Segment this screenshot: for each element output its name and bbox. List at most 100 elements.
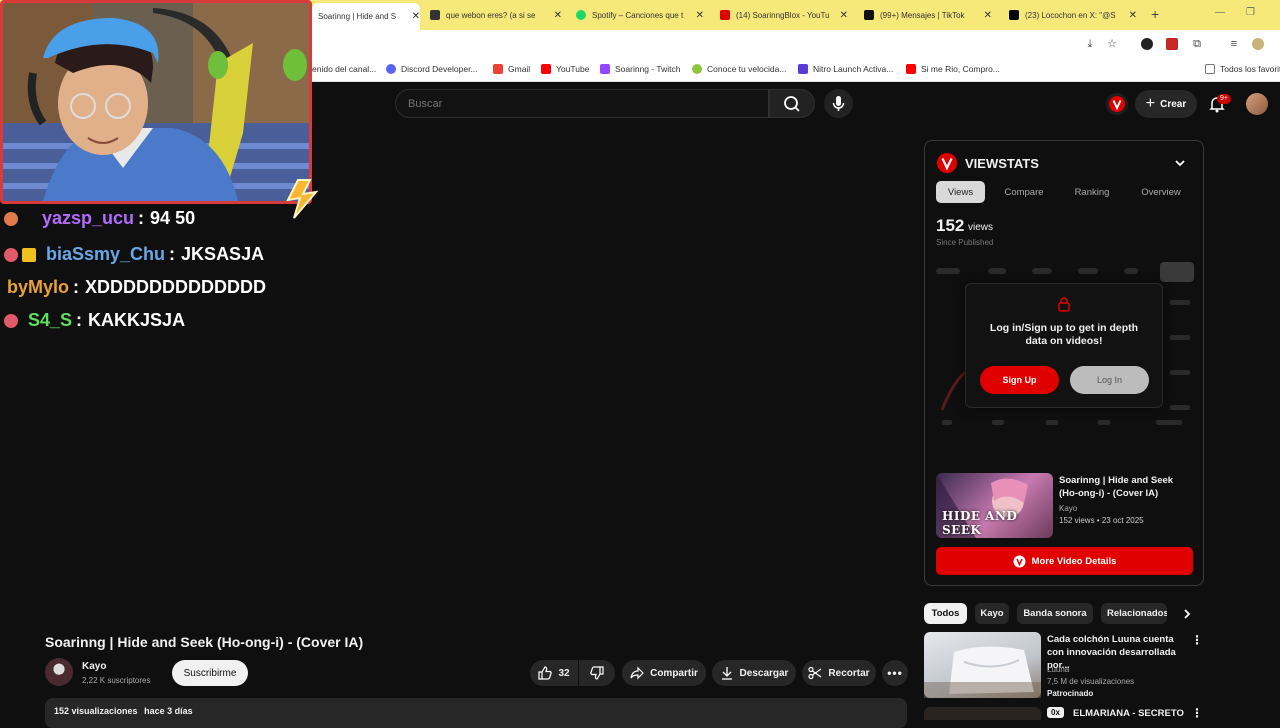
- close-tab-icon[interactable]: ✕: [984, 10, 992, 21]
- share-button[interactable]: Compartir: [622, 660, 706, 686]
- viewstats-logo-icon: [1013, 555, 1026, 567]
- viewstats-tab-views[interactable]: Views: [936, 181, 985, 203]
- next-thumbnail[interactable]: [924, 707, 1041, 720]
- recommendation-views: 7,5 M de visualizaciones: [1047, 677, 1135, 686]
- viewstats-video-title[interactable]: Soarinng | Hide and Seek (Ho-ong-i) - (C…: [1059, 474, 1194, 500]
- close-tab-icon[interactable]: ✕: [554, 10, 562, 21]
- microphone-icon: [832, 96, 845, 111]
- video-thumbnail[interactable]: HIDE AND SEEK: [936, 473, 1053, 538]
- chip-kayo[interactable]: Kayo: [975, 603, 1009, 624]
- viewstats-tab-compare[interactable]: Compare: [994, 181, 1054, 203]
- bookmark-label: Todos los favorit: [1220, 64, 1280, 74]
- viewstats-tab-overview[interactable]: Overview: [1130, 181, 1192, 203]
- bookmark-label: Si me Rio, Compro...: [921, 64, 1000, 74]
- scissors-icon: [808, 666, 822, 680]
- profile-avatar-icon[interactable]: [1252, 38, 1264, 50]
- viewstats-logo-icon: [937, 153, 957, 173]
- subscribe-button[interactable]: Suscribirme: [172, 660, 248, 686]
- bookmark-item[interactable]: Soarinng - Twitch: [600, 64, 681, 74]
- chat-message: byMylo : XDDDDDDDDDDDDD: [7, 277, 266, 298]
- tab-title: (23) Locochon en X: "@S: [1025, 10, 1116, 20]
- close-tab-icon[interactable]: ✕: [1129, 10, 1137, 21]
- dislike-button[interactable]: [579, 660, 615, 686]
- like-button[interactable]: 32: [530, 660, 578, 686]
- minimize-icon[interactable]: —: [1215, 7, 1225, 18]
- bookmark-item[interactable]: Conoce tu velocida...: [692, 64, 786, 74]
- upload-age: hace 3 días: [144, 706, 193, 716]
- search-button[interactable]: [769, 89, 815, 118]
- chip-related[interactable]: Relacionados: [1101, 603, 1167, 624]
- next-title[interactable]: ELMARIANA - SECRETO: [1073, 708, 1184, 719]
- bookmark-item[interactable]: Discord Developer...: [386, 64, 478, 74]
- more-vertical-icon[interactable]: ⋮: [1191, 706, 1203, 720]
- tab-title: que webon eres? (a si se: [446, 10, 536, 20]
- tab-soarinng[interactable]: Soarinng | Hide and S ✕: [312, 3, 420, 30]
- log-in-button[interactable]: Log In: [1070, 366, 1149, 394]
- tab-tiktok[interactable]: (99+) Mensajes | TikTok ✕: [864, 4, 992, 26]
- chat-separator: :: [73, 277, 80, 297]
- tab-webon[interactable]: que webon eres? (a si se ✕: [430, 4, 562, 26]
- folder-icon: [1205, 64, 1215, 74]
- speedtest-icon: [692, 64, 702, 74]
- chat-text: KAKKJSJA: [88, 310, 186, 330]
- tab-spotify[interactable]: Spotify – Canciones que t ✕: [576, 4, 704, 26]
- sign-up-button[interactable]: Sign Up: [980, 366, 1059, 394]
- bookmark-item[interactable]: Gmail: [493, 64, 530, 74]
- bookmark-item[interactable]: YouTube: [541, 64, 589, 74]
- tiktok-icon: [864, 10, 874, 20]
- bookmark-label: enido del canal...: [312, 64, 377, 74]
- bookmark-item[interactable]: enido del canal...: [312, 64, 376, 74]
- more-video-details-button[interactable]: More Video Details: [936, 547, 1193, 575]
- viewstats-extension-button[interactable]: [1106, 93, 1128, 115]
- bookmark-item[interactable]: Si me Rio, Compro...: [906, 64, 1000, 74]
- chat-text: JKSASJA: [181, 244, 265, 264]
- extension-red-icon[interactable]: [1166, 38, 1178, 50]
- account-avatar[interactable]: [1246, 93, 1268, 115]
- new-tab-button[interactable]: +: [1151, 6, 1159, 22]
- tab-youtube-channel[interactable]: (14) SoarinngBlox - YouTu ✕: [720, 4, 848, 26]
- tab-x[interactable]: (23) Locochon en X: "@S ✕: [1009, 4, 1137, 26]
- close-tab-icon[interactable]: ✕: [696, 10, 704, 21]
- thumbs-down-icon: [590, 666, 604, 680]
- video-title: Soarinng | Hide and Seek (Ho-ong-i) - (C…: [45, 634, 364, 650]
- channel-name[interactable]: Kayo: [82, 661, 106, 672]
- all-bookmarks[interactable]: Todos los favorit: [1205, 64, 1280, 74]
- ad-thumbnail[interactable]: [924, 632, 1041, 698]
- install-app-icon[interactable]: ⤓: [1084, 38, 1096, 50]
- bookmark-label: Nitro Launch Activa...: [813, 64, 894, 74]
- viewstats-video-channel: Kayo: [1059, 504, 1078, 513]
- channel-avatar[interactable]: [45, 658, 73, 686]
- chevron-down-icon[interactable]: [1173, 156, 1187, 170]
- viewstats-tab-ranking[interactable]: Ranking: [1063, 181, 1121, 203]
- bookmark-item[interactable]: Nitro Launch Activa...: [798, 64, 893, 74]
- chat-text: 94 50: [150, 208, 196, 228]
- recommendation-channel: Luuna: [1047, 665, 1070, 674]
- viewstats-views-unit: views: [968, 222, 994, 233]
- tab-title: (14) SoarinngBlox - YouTu: [736, 10, 830, 20]
- media-controls-icon[interactable]: ≡: [1228, 38, 1240, 50]
- view-count: 152 visualizaciones: [54, 706, 138, 716]
- viewstats-brand: VIEWSTATS: [965, 156, 1039, 171]
- chip-soundtrack[interactable]: Banda sonora: [1017, 603, 1093, 624]
- close-tab-icon[interactable]: ✕: [412, 11, 420, 22]
- search-input[interactable]: [396, 90, 768, 117]
- thumbs-up-icon: [538, 666, 553, 680]
- chevron-right-icon[interactable]: [1180, 607, 1194, 621]
- more-vertical-icon[interactable]: ⋮: [1191, 633, 1203, 647]
- create-button[interactable]: + Crear: [1135, 90, 1197, 118]
- extension-circle-icon[interactable]: [1141, 38, 1153, 50]
- more-actions-button[interactable]: •••: [882, 660, 908, 686]
- lock-icon: [1058, 297, 1070, 312]
- voice-search-button[interactable]: [824, 89, 853, 118]
- tab-title: (99+) Mensajes | TikTok: [880, 10, 965, 20]
- lightning-bolt-icon: [286, 179, 319, 219]
- chip-all[interactable]: Todos: [924, 603, 967, 624]
- download-button[interactable]: Descargar: [712, 660, 796, 686]
- share-icon: [630, 666, 644, 680]
- bookmark-star-icon[interactable]: ☆: [1106, 38, 1118, 50]
- restore-icon[interactable]: ❐: [1246, 7, 1255, 18]
- share-label: Compartir: [650, 667, 698, 679]
- clip-button[interactable]: Recortar: [802, 660, 876, 686]
- close-tab-icon[interactable]: ✕: [840, 10, 848, 21]
- extensions-puzzle-icon[interactable]: ⧉: [1191, 38, 1203, 50]
